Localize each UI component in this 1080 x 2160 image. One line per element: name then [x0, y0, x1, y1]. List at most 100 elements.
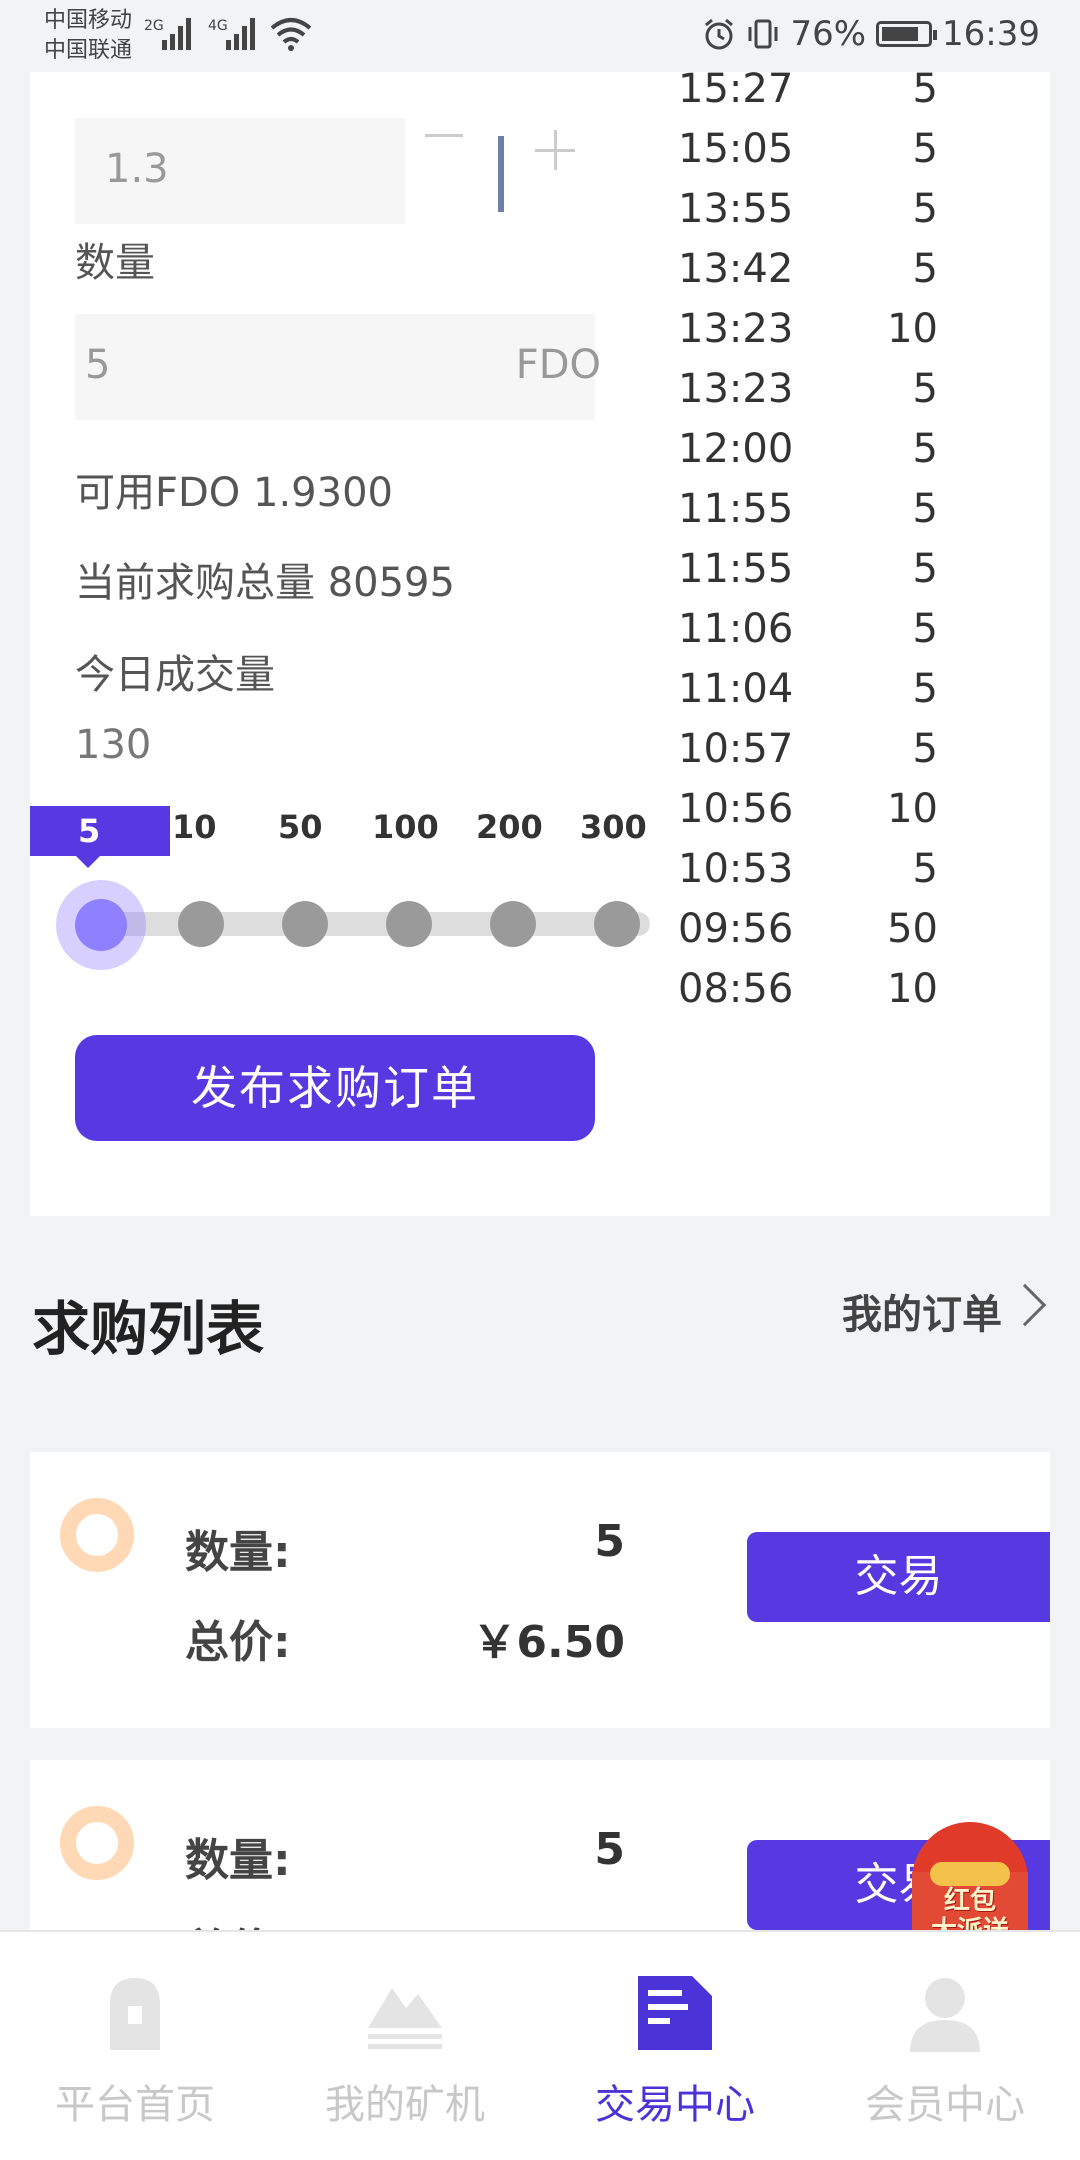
slider-handle[interactable] [56, 880, 146, 970]
minus-icon[interactable] [425, 134, 463, 137]
trade-qty: 50 [887, 906, 938, 952]
trade-qty: 5 [912, 846, 938, 892]
my-orders-link[interactable]: 我的订单 [842, 1282, 1002, 1340]
trade-time: 08:56 [678, 966, 794, 1012]
trade-row: 10:57 5 [678, 720, 1018, 780]
recent-trades-list: 15:27 5 15:05 5 13:55 5 13:42 5 13:23 10 13:23 5 12:… [678, 60, 1018, 1020]
trade-time: 10:53 [678, 846, 794, 892]
trade-time: 15:05 [678, 126, 794, 172]
clock: 16:39 [942, 14, 1040, 54]
trade-time: 13:23 [678, 366, 794, 412]
chevron-right-icon[interactable] [1003, 1283, 1047, 1327]
bottom-nav: 平台首页 我的矿机 交易中心 会员中心 [0, 1930, 1080, 2160]
trade-row: 08:56 10 [678, 960, 1018, 1020]
order-qty-value: 5 [594, 1516, 625, 1567]
today-volume-label: 今日成交量 [75, 652, 275, 698]
available-balance: 可用FDO 1.9300 [75, 470, 393, 516]
carrier-names: 中国移动 中国联通 [44, 6, 132, 66]
slider-stop[interactable] [282, 901, 328, 947]
order-ring-icon [60, 1498, 134, 1572]
wifi-icon [270, 18, 312, 51]
nav-home-label: 平台首页 [55, 2082, 215, 2128]
trade-time: 09:56 [678, 906, 794, 952]
trade-qty: 5 [912, 606, 938, 652]
price-input[interactable]: 1.3 [75, 118, 405, 224]
battery-icon [876, 21, 938, 47]
red-packet-line1: 红包 [943, 1886, 996, 1916]
trade-row: 11:55 5 [678, 540, 1018, 600]
trade-qty: 5 [912, 186, 938, 232]
trade-qty: 5 [912, 366, 938, 412]
trade-time: 11:06 [678, 606, 794, 652]
trade-time: 15:27 [678, 66, 794, 112]
trade-time: 11:04 [678, 666, 794, 712]
trade-row: 13:23 10 [678, 300, 1018, 360]
trade-row: 15:27 5 [678, 60, 1018, 120]
trade-row: 15:05 5 [678, 120, 1018, 180]
publish-buy-order-button[interactable]: 发布求购订单 [75, 1035, 595, 1141]
order-ring-icon [60, 1806, 134, 1880]
slider-tick-5[interactable]: 5 [30, 806, 170, 868]
order-qty-value: 5 [594, 1824, 625, 1875]
trade-qty: 5 [912, 486, 938, 532]
trade-qty: 5 [912, 546, 938, 592]
trade-qty: 5 [912, 726, 938, 772]
trade-row: 13:42 5 [678, 240, 1018, 300]
status-right: 76% 16:39 [702, 14, 1040, 54]
quantity-slider-track[interactable] [90, 912, 650, 936]
trade-button[interactable]: 交易 [747, 1532, 1050, 1622]
trade-row: 11:06 5 [678, 600, 1018, 660]
buy-order-card: 数量: 5 总价: ￥6.50 交易 [30, 1452, 1050, 1728]
nav-miner[interactable]: 我的矿机 [270, 1932, 540, 2160]
slider-stop[interactable] [490, 901, 536, 947]
order-qty-label: 数量: [185, 1527, 291, 1578]
document-icon [638, 1976, 712, 2050]
trade-row: 12:00 5 [678, 420, 1018, 480]
order-total-value: ￥6.50 [472, 1617, 625, 1668]
battery-percent: 76% [790, 14, 867, 54]
slider-stop[interactable] [386, 901, 432, 947]
slider-tick-100[interactable]: 100 [372, 808, 439, 846]
order-qty-label: 数量: [185, 1835, 291, 1886]
trade-qty: 10 [887, 306, 938, 352]
quantity-value: 5 [85, 342, 111, 388]
order-total-label: 总价: [185, 1617, 291, 1668]
trade-time: 12:00 [678, 426, 794, 472]
nav-member[interactable]: 会员中心 [810, 1932, 1080, 2160]
trade-row: 13:55 5 [678, 180, 1018, 240]
slider-tick-10[interactable]: 10 [172, 808, 217, 846]
trade-qty: 5 [912, 126, 938, 172]
trade-row: 09:56 50 [678, 900, 1018, 960]
quantity-input[interactable]: 5 FDO [75, 314, 601, 420]
signal-icon [160, 16, 196, 50]
total-demand: 当前求购总量 80595 [75, 560, 455, 606]
slider-tick-50[interactable]: 50 [278, 808, 323, 846]
nav-home[interactable]: 平台首页 [0, 1932, 270, 2160]
trade-qty: 5 [912, 246, 938, 292]
vibrate-icon [748, 19, 778, 49]
home-icon [110, 1978, 160, 2050]
trade-time: 13:42 [678, 246, 794, 292]
trade-time: 10:57 [678, 726, 794, 772]
trade-time: 10:56 [678, 786, 794, 832]
trade-time: 11:55 [678, 486, 794, 532]
trade-row: 11:04 5 [678, 660, 1018, 720]
today-volume-value: 130 [75, 722, 152, 768]
trade-row: 10:53 5 [678, 840, 1018, 900]
slider-stop[interactable] [178, 901, 224, 947]
trade-qty: 5 [912, 666, 938, 712]
trade-qty: 10 [887, 966, 938, 1012]
trade-time: 11:55 [678, 546, 794, 592]
quantity-unit: FDO [515, 342, 601, 388]
slider-tick-200[interactable]: 200 [476, 808, 543, 846]
slider-stop[interactable] [594, 901, 640, 947]
trade-qty: 5 [912, 426, 938, 472]
nav-member-label: 会员中心 [865, 2082, 1025, 2128]
mountain-icon [368, 1988, 442, 2049]
slider-tick-300[interactable]: 300 [580, 808, 647, 846]
buy-list-title: 求购列表 [32, 1295, 265, 1363]
trade-qty: 5 [912, 66, 938, 112]
nav-trade-center[interactable]: 交易中心 [540, 1932, 810, 2160]
plus-icon[interactable] [535, 130, 575, 170]
user-icon [910, 1978, 980, 2052]
